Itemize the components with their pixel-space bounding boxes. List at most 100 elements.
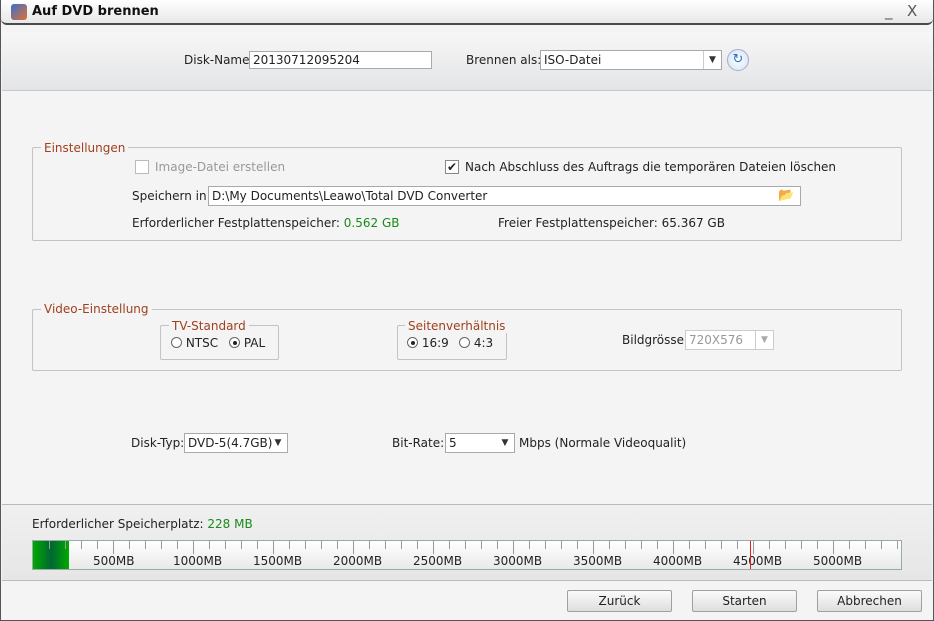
burn-dvd-dialog: Auf DVD brennen _ X Disk-Name: Brennen a… xyxy=(0,0,934,621)
title-bar: Auf DVD brennen _ X xyxy=(1,0,933,25)
radio-icon xyxy=(229,337,240,348)
ruler-tick xyxy=(705,541,706,549)
start-button[interactable]: Starten xyxy=(692,590,797,612)
bitrate-label: Bit-Rate: xyxy=(392,436,445,450)
free-disk-space: Freier Festplattenspeicher: 65.367 GB xyxy=(498,216,725,230)
ruler-tick xyxy=(321,541,322,549)
required-label: Erforderlicher Festplattenspeicher: xyxy=(132,216,340,230)
ruler-tick xyxy=(481,541,482,549)
ruler-tick xyxy=(113,541,114,554)
image-size-value: 720X576 xyxy=(689,333,744,347)
ruler-tick xyxy=(865,541,866,549)
ruler-tick-label: 5000MB xyxy=(813,554,863,568)
ruler-tick xyxy=(881,541,882,549)
radio-icon xyxy=(459,337,470,348)
ruler-tick xyxy=(433,541,434,554)
ruler-tick-label: 4000MB xyxy=(653,554,703,568)
required-value: 0.562 GB xyxy=(343,216,400,230)
chevron-down-icon: ▼ xyxy=(501,438,509,448)
ruler-tick xyxy=(657,541,658,549)
ruler-tick xyxy=(609,541,610,549)
used-storage-fill xyxy=(33,541,70,569)
ratio-16-9-label: 16:9 xyxy=(421,336,449,350)
ruler-tick-label: 500MB xyxy=(93,554,135,568)
free-label: Freier Festplattenspeicher: xyxy=(498,216,658,230)
chevron-down-icon: ▼ xyxy=(274,438,282,448)
ratio-16-9-radio[interactable]: 16:9 xyxy=(407,336,449,350)
ratio-4-3-radio[interactable]: 4:3 xyxy=(459,336,493,350)
ruler-tick xyxy=(177,541,178,549)
bitrate-select[interactable]: 5 ▼ xyxy=(445,433,515,453)
ruler-tick xyxy=(673,541,674,554)
ruler-tick xyxy=(529,541,530,549)
storage-label: Erforderlicher Speicherplatz: xyxy=(32,517,204,531)
ruler-tick xyxy=(513,541,514,554)
delete-temp-checkbox[interactable]: ✔ xyxy=(445,160,459,174)
ruler-tick xyxy=(337,541,338,549)
ruler-tick xyxy=(273,541,274,554)
pal-label: PAL xyxy=(243,336,266,350)
save-in-label: Speichern in: xyxy=(132,189,211,203)
ruler-tick xyxy=(145,541,146,549)
required-disk-space: Erforderlicher Festplattenspeicher: 0.56… xyxy=(132,216,400,230)
bitrate-unit: Mbps (Normale Videoqualit) xyxy=(519,436,687,450)
ruler-tick xyxy=(689,541,690,549)
ruler-tick xyxy=(449,541,450,549)
ruler-tick-label: 2500MB xyxy=(413,554,463,568)
ruler-tick xyxy=(737,541,738,549)
ruler-tick-label: 1000MB xyxy=(173,554,223,568)
ruler-tick xyxy=(625,541,626,549)
folder-icon[interactable]: 📂 xyxy=(778,188,794,203)
disk-name-label: Disk-Name: xyxy=(184,53,254,67)
ruler-tick xyxy=(97,541,98,549)
minimize-button[interactable]: _ xyxy=(885,2,893,20)
image-size-select[interactable]: 720X576 ▼ xyxy=(685,330,774,350)
disk-name-input[interactable] xyxy=(249,51,432,69)
ruler-tick xyxy=(801,541,802,549)
image-file-label: Image-Datei erstellen xyxy=(155,160,286,174)
capacity-marker xyxy=(749,541,751,569)
ruler-tick xyxy=(545,541,546,549)
chevron-down-icon: ▼ xyxy=(703,51,721,69)
ruler-tick xyxy=(193,541,194,554)
ruler-tick-label: 1500MB xyxy=(253,554,303,568)
delete-temp-label: Nach Abschluss des Auftrags die temporär… xyxy=(465,160,837,174)
ruler-tick-label: 4500MB xyxy=(733,554,783,568)
ruler-tick xyxy=(561,541,562,549)
save-in-input[interactable] xyxy=(208,186,801,206)
pal-radio[interactable]: PAL xyxy=(229,336,265,350)
ruler-tick xyxy=(641,541,642,549)
settings-legend: Einstellungen xyxy=(41,141,129,155)
ruler-tick xyxy=(817,541,818,549)
ruler-tick xyxy=(369,541,370,549)
ruler-tick xyxy=(721,541,722,549)
close-button[interactable]: X xyxy=(907,2,917,20)
ruler-tick xyxy=(241,541,242,549)
ruler-tick xyxy=(577,541,578,549)
ruler-tick-label: 3500MB xyxy=(573,554,623,568)
ruler-tick xyxy=(209,541,210,549)
back-button[interactable]: Zurück xyxy=(567,590,672,612)
ruler-tick xyxy=(769,541,770,549)
ruler-tick xyxy=(497,541,498,549)
disk-type-select[interactable]: DVD-5(4.7GB) ▼ xyxy=(184,433,288,453)
ntsc-radio[interactable]: NTSC xyxy=(171,336,218,350)
ruler-tick xyxy=(417,541,418,549)
burn-as-select[interactable]: ISO-Datei ▼ xyxy=(540,50,722,70)
refresh-icon[interactable]: ↻ xyxy=(727,49,749,71)
ruler-tick-label: 2000MB xyxy=(333,554,383,568)
ruler-tick xyxy=(129,541,130,549)
image-file-checkbox[interactable] xyxy=(135,160,149,174)
bitrate-value: 5 xyxy=(449,436,457,450)
ruler-tick xyxy=(897,541,898,549)
ruler-tick xyxy=(385,541,386,549)
ruler-tick xyxy=(849,541,850,549)
burn-as-value: ISO-Datei xyxy=(544,53,602,67)
free-value: 65.367 GB xyxy=(661,216,725,230)
disk-type-value: DVD-5(4.7GB) xyxy=(188,436,273,450)
ruler-tick xyxy=(49,541,50,549)
cancel-button[interactable]: Abbrechen xyxy=(817,590,922,612)
ruler-tick xyxy=(593,541,594,554)
ruler-tick xyxy=(257,541,258,549)
ruler-tick xyxy=(225,541,226,549)
